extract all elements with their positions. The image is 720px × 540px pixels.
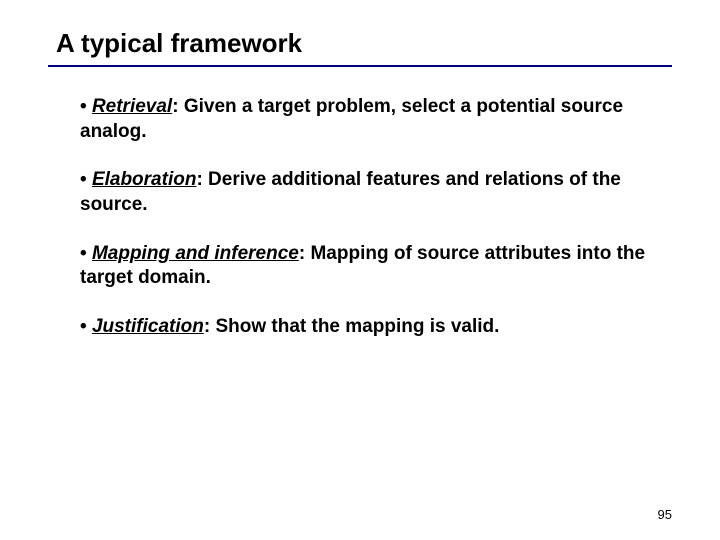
term-label: Mapping and inference bbox=[92, 243, 299, 264]
slide-title: A typical framework bbox=[48, 28, 672, 59]
bullet-dot: • bbox=[80, 169, 92, 190]
bullet-mapping: • Mapping and inference: Mapping of sour… bbox=[80, 242, 652, 291]
bullet-dot: • bbox=[80, 96, 92, 117]
bullet-justification: • Justification: Show that the mapping i… bbox=[80, 315, 652, 340]
title-underline bbox=[48, 65, 672, 67]
term-label: Elaboration bbox=[92, 169, 197, 190]
bullet-elaboration: • Elaboration: Derive additional feature… bbox=[80, 168, 652, 217]
page-number: 95 bbox=[658, 507, 672, 522]
bullet-dot: • bbox=[80, 316, 92, 337]
content-area: • Retrieval: Given a target problem, sel… bbox=[48, 95, 672, 340]
term-label: Justification bbox=[92, 316, 204, 337]
bullet-retrieval: • Retrieval: Given a target problem, sel… bbox=[80, 95, 652, 144]
bullet-dot: • bbox=[80, 243, 92, 264]
term-label: Retrieval bbox=[92, 96, 172, 117]
slide-container: A typical framework • Retrieval: Given a… bbox=[0, 0, 720, 540]
term-desc: : Show that the mapping is valid. bbox=[204, 316, 500, 337]
